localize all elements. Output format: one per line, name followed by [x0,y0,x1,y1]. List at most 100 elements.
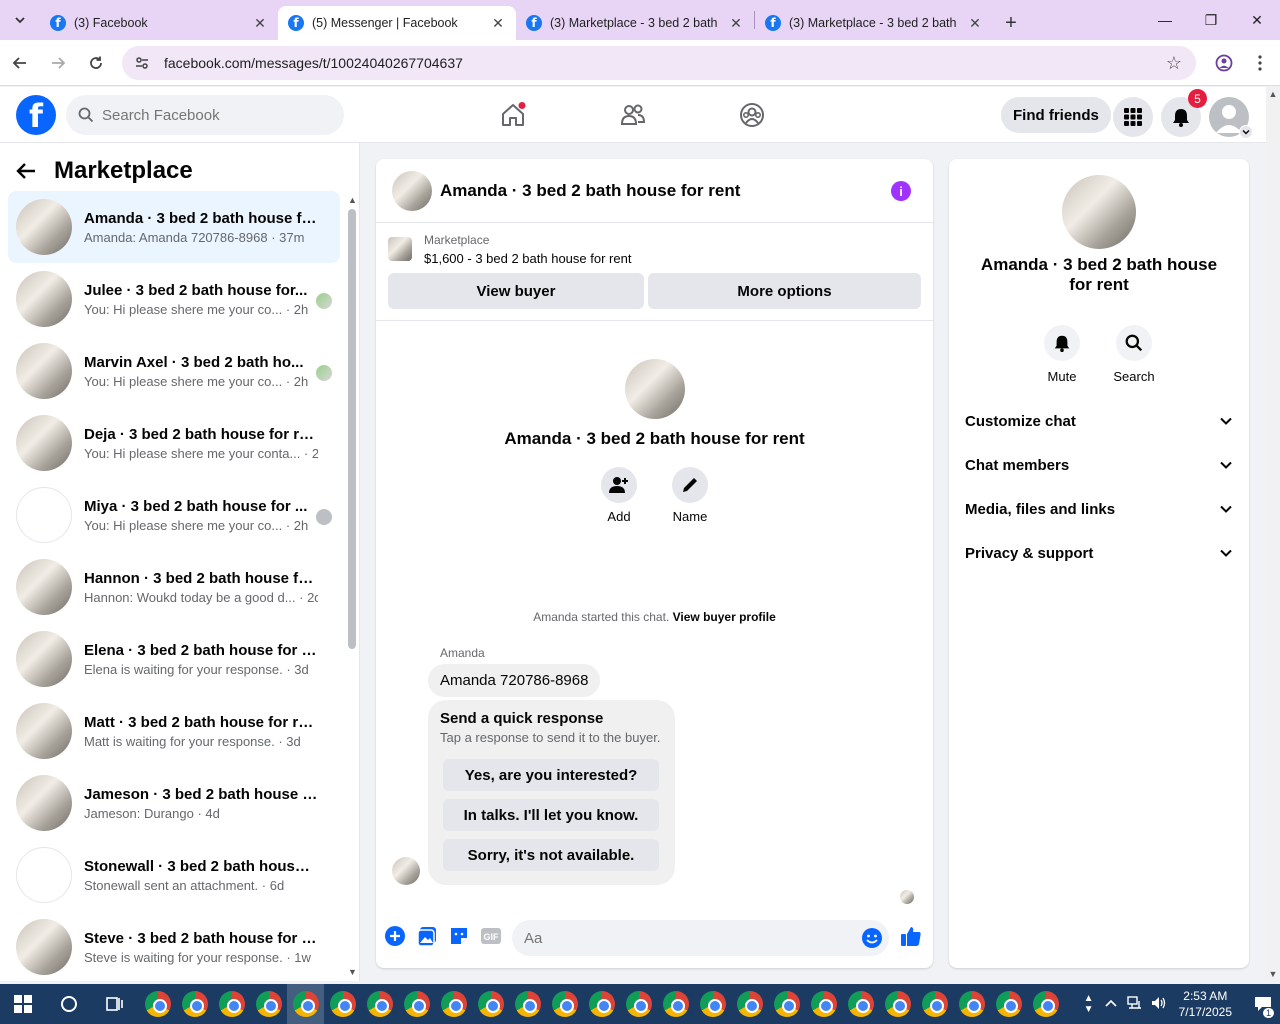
browser-tab-facebook[interactable]: f (3) Facebook ✕ [40,6,278,40]
site-info-icon[interactable] [134,55,150,71]
conversation-item[interactable]: Jameson · 3 bed 2 bath house fo... Jameso… [8,767,340,839]
browser-tab-marketplace-1[interactable]: f (3) Marketplace - 3 bed 2 bath ✕ [516,6,754,40]
volume-icon[interactable] [1147,996,1171,1013]
cortana-button[interactable] [46,984,92,1024]
taskbar-chrome-app[interactable] [324,984,361,1024]
facebook-logo[interactable]: f [16,95,56,135]
taskbar-chrome-app[interactable] [361,984,398,1024]
taskbar-scroll-arrows-icon[interactable]: ▲ ▼ [1079,993,1099,1015]
back-button[interactable] [2,45,38,81]
conversation-item[interactable]: Elena · 3 bed 2 bath house for re... Elen… [8,623,340,695]
taskbar-chrome-app[interactable] [990,984,1027,1024]
forward-button[interactable] [40,45,76,81]
tab-close-icon[interactable]: ✕ [252,15,268,32]
taskbar-chrome-app[interactable] [213,984,250,1024]
chrome-menu-button[interactable] [1242,45,1278,81]
taskbar-chrome-app[interactable] [472,984,509,1024]
tab-close-icon[interactable]: ✕ [490,15,506,32]
listing-price[interactable]: $1,600 - 3 bed 2 bath house for rent [424,251,631,266]
chat-avatar[interactable] [392,170,432,211]
restore-button[interactable]: ❐ [1188,0,1234,40]
message-input-box[interactable] [512,920,889,956]
details-section[interactable]: Customize chat [965,401,1233,441]
account-avatar[interactable] [1209,97,1253,139]
minimize-button[interactable]: — [1142,0,1188,40]
taskbar-chrome-app[interactable] [620,984,657,1024]
taskbar-chrome-app[interactable] [509,984,546,1024]
conversation-item[interactable]: Steve · 3 bed 2 bath house for re... Stev… [8,911,340,981]
facebook-search-box[interactable] [66,95,344,135]
taskbar-chrome-app[interactable] [731,984,768,1024]
back-arrow-icon[interactable] [16,162,36,180]
reload-button[interactable] [78,45,114,81]
quick-response-in-talks[interactable]: In talks. I'll let you know. [443,799,659,831]
details-section[interactable]: Privacy & support [965,533,1233,573]
listing-thumbnail[interactable] [388,237,412,261]
taskbar-chrome-app[interactable] [768,984,805,1024]
search-in-chat-button[interactable]: Search [1104,325,1164,384]
task-view-button[interactable] [92,984,138,1024]
gif-button[interactable]: GIF [479,924,503,948]
taskbar-chrome-app[interactable] [139,984,176,1024]
nav-friends[interactable] [613,95,653,135]
attach-photo-button[interactable] [415,924,439,948]
taskbar-chrome-app[interactable] [694,984,731,1024]
taskbar-clock[interactable]: 2:53 AM 7/17/2025 [1179,988,1232,1020]
conversation-item[interactable]: Deja · 3 bed 2 bath house for rent You: H… [8,407,340,479]
sticker-button[interactable] [447,924,471,948]
taskbar-chrome-app[interactable] [916,984,953,1024]
taskbar-chrome-app[interactable] [176,984,213,1024]
bookmark-star-icon[interactable]: ☆ [1166,53,1182,74]
taskbar-chrome-app[interactable] [953,984,990,1024]
add-people-button[interactable]: Add [589,467,649,524]
tab-search-button[interactable] [0,0,40,40]
scroll-up-arrow-icon[interactable]: ▲ [348,195,357,205]
taskbar-chrome-app[interactable] [1027,984,1064,1024]
conversation-item[interactable]: Amanda · 3 bed 2 bath house fo... Amanda:… [8,191,340,263]
taskbar-chrome-app[interactable] [287,984,324,1024]
quick-response-yes[interactable]: Yes, are you interested? [443,759,659,791]
page-scrollbar[interactable]: ▲ ▼ [1266,87,1280,981]
tab-close-icon[interactable]: ✕ [728,15,744,32]
conversation-item[interactable]: Matt · 3 bed 2 bath house for rent Matt i… [8,695,340,767]
more-options-button[interactable]: More options [648,273,921,309]
notifications-button[interactable]: 5 [1161,89,1207,137]
mute-button[interactable]: Mute [1032,325,1092,384]
taskbar-chrome-app[interactable] [842,984,879,1024]
like-button[interactable] [899,924,923,948]
more-actions-button[interactable] [383,924,407,948]
browser-tab-marketplace-2[interactable]: f (3) Marketplace - 3 bed 2 bath ✕ [755,6,993,40]
conversation-item[interactable]: Marvin Axel · 3 bed 2 bath ho... You: Hi … [8,335,340,407]
details-avatar[interactable] [1062,175,1136,249]
menu-button[interactable] [1113,97,1153,137]
network-icon[interactable] [1123,995,1147,1013]
scroll-down-arrow-icon[interactable]: ▼ [1266,969,1280,979]
details-section[interactable]: Chat members [965,445,1233,485]
details-section[interactable]: Media, files and links [965,489,1233,529]
message-input[interactable] [524,929,844,947]
chat-title[interactable]: Amanda · 3 bed 2 bath house for rent [440,181,740,201]
conversation-scrollbar[interactable] [348,209,356,649]
profile-button[interactable] [1206,45,1242,81]
nav-home[interactable] [493,95,533,135]
quick-response-not-available[interactable]: Sorry, it's not available. [443,839,659,871]
find-friends-button[interactable]: Find friends [1001,97,1111,133]
taskbar-chrome-app[interactable] [546,984,583,1024]
show-hidden-icons-icon[interactable] [1099,997,1123,1011]
message-bubble[interactable]: Amanda 720786-8968 [428,664,601,697]
close-window-button[interactable]: ✕ [1234,0,1280,40]
scroll-up-arrow-icon[interactable]: ▲ [1266,89,1280,99]
conversation-item[interactable]: Julee · 3 bed 2 bath house for... You: Hi… [8,263,340,335]
info-icon[interactable]: i [891,181,911,201]
taskbar-chrome-app[interactable] [805,984,842,1024]
sender-avatar[interactable] [392,857,420,885]
emoji-icon[interactable] [861,927,883,949]
taskbar-chrome-app[interactable] [250,984,287,1024]
taskbar-chrome-app[interactable] [398,984,435,1024]
nav-groups[interactable] [732,95,772,135]
taskbar-chrome-app[interactable] [657,984,694,1024]
tab-close-icon[interactable]: ✕ [967,15,983,32]
new-tab-button[interactable]: + [993,6,1029,40]
edit-name-button[interactable]: Name [660,467,720,524]
conversation-item[interactable]: Stonewall · 3 bed 2 bath house f... Stone… [8,839,340,911]
